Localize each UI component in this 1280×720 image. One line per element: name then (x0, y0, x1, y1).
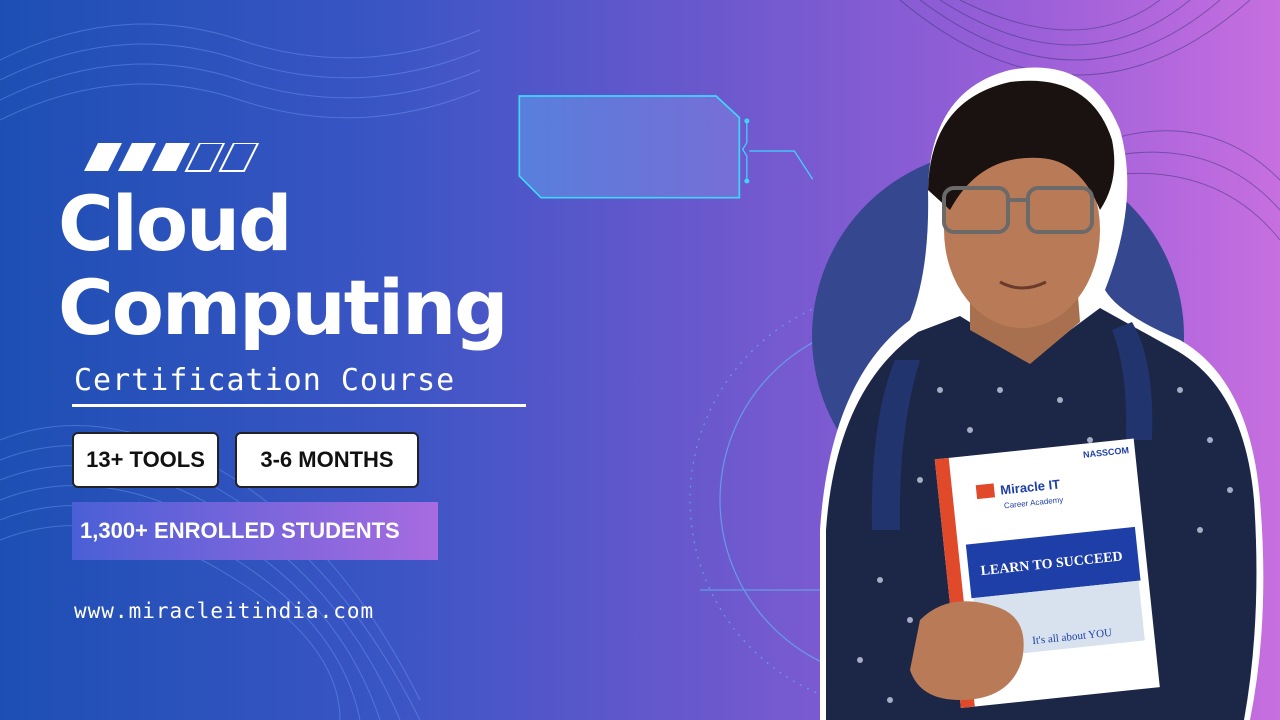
website-url: www.miracleitindia.com (74, 599, 375, 623)
slash-stripes-decoration (84, 143, 260, 172)
title-line-1: Cloud (58, 179, 293, 268)
enrolled-students-banner: 1,300+ ENROLLED STUDENTS (72, 502, 438, 560)
subtitle: Certification Course (74, 363, 456, 398)
subtitle-underline (72, 404, 526, 407)
tools-badge: 13+ TOOLS (72, 432, 219, 488)
student-photo: NASSCOM Miracle IT Career Academy LEARN … (820, 67, 1264, 720)
duration-badge: 3-6 MONTHS (235, 432, 419, 488)
thumbnail-canvas: Cloud Computing Certification Course 13+… (0, 0, 1280, 720)
title-line-2: Computing (58, 263, 509, 352)
